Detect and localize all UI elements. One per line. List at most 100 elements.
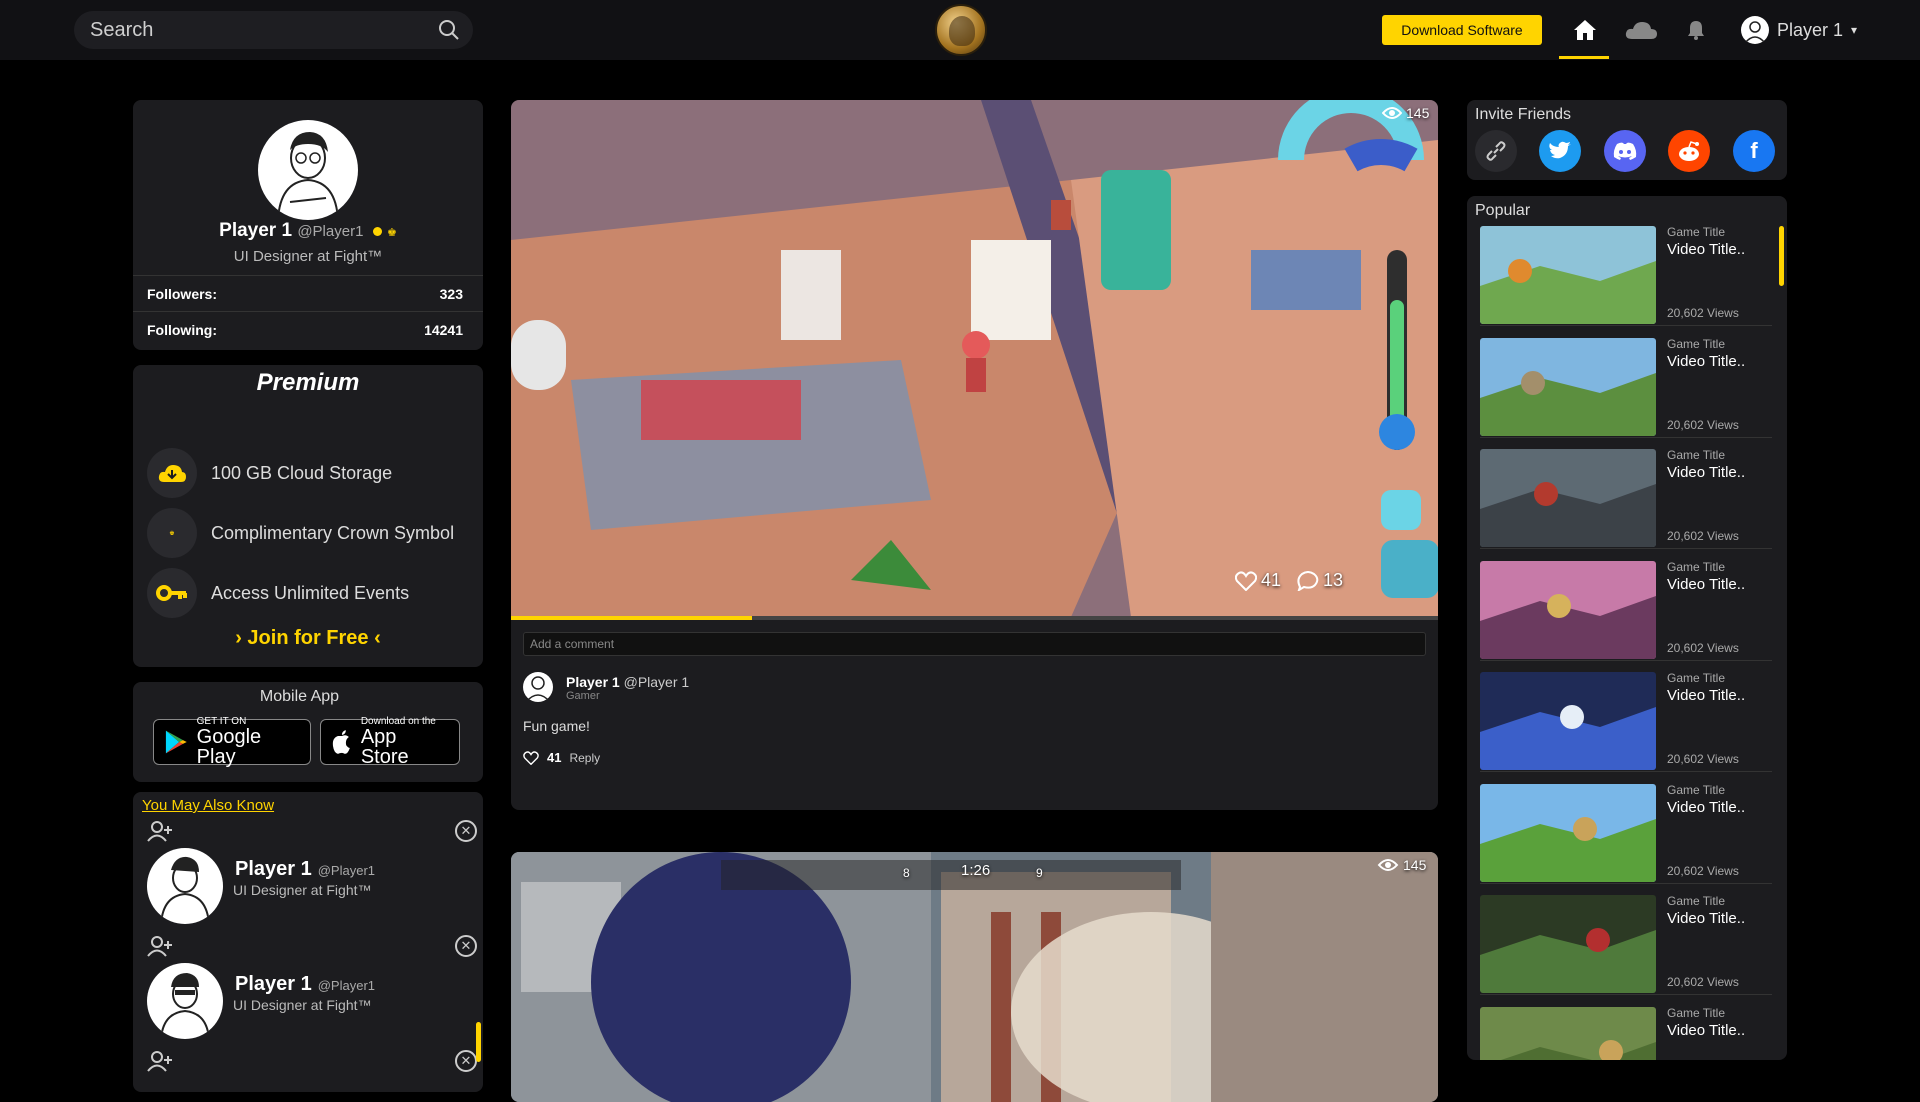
video-likes[interactable]: 41 (1235, 570, 1281, 591)
game-title: Game Title (1667, 894, 1726, 908)
suggested-person-name[interactable]: Player 1 @Player1 (235, 858, 375, 881)
video-thumbnail[interactable] (1480, 449, 1656, 547)
search-box[interactable] (74, 11, 473, 49)
key-icon (147, 568, 197, 618)
chevron-left-icon: ‹ (374, 627, 381, 649)
avatar (1741, 16, 1769, 44)
discord-icon[interactable] (1604, 130, 1646, 172)
views-value: 145 (1406, 105, 1430, 121)
following-row[interactable]: Following: 14241 (133, 311, 483, 347)
video-thumbnail[interactable] (1480, 226, 1656, 324)
video-views: 20,602 Views (1667, 975, 1739, 989)
dismiss-suggestion-button[interactable]: ✕ (455, 935, 477, 957)
you-may-also-know-title[interactable]: You May Also Know (142, 797, 274, 814)
profile-name: Player 1 (219, 220, 293, 241)
video-title[interactable]: Video Title.. (1667, 241, 1745, 258)
video-views: 20,602 Views (1667, 640, 1739, 655)
google-play-icon (165, 730, 187, 754)
app-store-button[interactable]: Download on the App Store (320, 717, 460, 768)
popular-video-item[interactable]: Game Title Video Title.. 20,602 Views (1480, 222, 1772, 326)
popular-video-item[interactable]: Game Title Video Title.. 20,602 Views (1480, 334, 1772, 438)
suggested-person-name[interactable]: Player 1 @Player1 (235, 973, 375, 996)
video-title[interactable]: Video Title.. (1667, 353, 1745, 370)
reddit-icon[interactable] (1668, 130, 1710, 172)
video-thumbnail[interactable] (1480, 672, 1656, 770)
video-thumbnail[interactable] (1480, 560, 1656, 659)
game-title: Game Title (1667, 782, 1726, 797)
search-icon[interactable] (437, 18, 461, 42)
popular-video-item[interactable]: Game Title Video Title.. 20,602 Views (1480, 780, 1772, 884)
dismiss-suggestion-button[interactable]: ✕ (455, 820, 477, 842)
download-software-button[interactable]: Download Software (1382, 15, 1542, 45)
video-title[interactable]: Video Title.. (1667, 687, 1745, 704)
profile-menu[interactable]: Player 1 ▾ (1741, 16, 1857, 44)
video-views: 20,602 Views (1667, 417, 1739, 432)
invite-friends-title: Invite Friends (1475, 106, 1572, 123)
perk-label: Access Unlimited Events (211, 582, 410, 603)
perk-label: Complimentary Crown Symbol (211, 522, 455, 543)
followers-row[interactable]: Followers: 323 (133, 275, 483, 311)
suggestions-scrollbar[interactable] (476, 1022, 481, 1062)
video-title[interactable]: Video Title.. (1667, 799, 1745, 816)
game-title: Game Title (1667, 225, 1726, 239)
dismiss-suggestion-button[interactable]: ✕ (455, 1050, 477, 1072)
suggested-person-avatar[interactable] (147, 848, 223, 924)
google-play-button[interactable]: GET IT ON Google Play (153, 717, 311, 767)
suggested-person-3: ✕ (147, 1050, 477, 1080)
comment-actions: 41 Reply (523, 750, 600, 765)
popular-video-item[interactable]: Game Title Video Title.. (1480, 1003, 1772, 1060)
followers-count: 323 (439, 285, 463, 302)
popular-video-item[interactable]: Game Title Video Title.. 20,602 Views (1480, 668, 1772, 772)
match-timer: 1:26 (961, 862, 991, 879)
you-may-also-know-card: You May Also Know ✕ Player 1 @Player1 UI … (133, 792, 483, 1092)
join-for-free-link[interactable]: › Join for Free ‹ (133, 627, 483, 650)
cloud-download-icon (147, 448, 197, 498)
commenter-name-line[interactable]: Player 1 @Player 1 (566, 674, 689, 690)
video-title[interactable]: Video Title.. (1667, 1022, 1745, 1039)
suggested-person-avatar[interactable] (147, 963, 223, 1039)
add-user-icon[interactable] (147, 820, 173, 842)
commenter-role: Gamer (566, 690, 600, 702)
popular-video-item[interactable]: Game Title Video Title.. 20,602 Views (1480, 445, 1772, 549)
video-progress-bar[interactable] (511, 616, 1438, 620)
app-store-big-text: App Store (360, 726, 409, 768)
heart-icon[interactable] (523, 750, 539, 765)
premium-card: Premium 100 GB Cloud Storage ♚ Complimen… (133, 365, 483, 667)
link-icon[interactable] (1475, 130, 1517, 172)
following-label: Following: (147, 321, 217, 338)
home-icon[interactable] (1570, 16, 1600, 44)
join-label: Join for Free (247, 627, 369, 649)
chevron-right-icon: › (235, 627, 242, 649)
popular-video-item[interactable]: Game Title Video Title.. 20,602 Views (1480, 891, 1772, 995)
search-input[interactable] (90, 18, 437, 42)
profile-avatar (258, 120, 358, 220)
add-comment-input[interactable] (523, 632, 1426, 656)
comment-icon (1297, 570, 1319, 591)
site-logo[interactable] (935, 4, 987, 56)
commenter-avatar[interactable] (523, 672, 553, 702)
video-title[interactable]: Video Title.. (1667, 576, 1745, 593)
video-views: 20,602 Views (1667, 863, 1739, 878)
person-name: Player 1 (235, 973, 312, 995)
game-video-player[interactable]: 145 41 13 (511, 100, 1438, 617)
popular-scrollbar[interactable] (1779, 226, 1784, 286)
add-user-icon[interactable] (147, 1050, 173, 1072)
video-thumbnail[interactable] (1480, 895, 1656, 993)
video-title[interactable]: Video Title.. (1667, 910, 1745, 927)
video-comments[interactable]: 13 (1297, 570, 1343, 591)
twitter-icon[interactable] (1539, 130, 1581, 172)
video-thumbnail[interactable] (1480, 1006, 1656, 1060)
bell-icon[interactable] (1681, 16, 1711, 44)
add-user-icon[interactable] (147, 935, 173, 957)
video-title[interactable]: Video Title.. (1667, 464, 1745, 481)
game-video-player-2[interactable]: 1:26 8 9 145 (511, 852, 1438, 1102)
home-active-indicator (1559, 56, 1609, 59)
video-thumbnail[interactable] (1480, 337, 1656, 436)
reply-link[interactable]: Reply (569, 751, 600, 765)
facebook-icon[interactable]: f (1733, 130, 1775, 172)
perk-cloud-storage: 100 GB Cloud Storage (147, 447, 477, 499)
cloud-icon[interactable] (1624, 16, 1658, 44)
video-thumbnail[interactable] (1480, 783, 1656, 882)
popular-video-item[interactable]: Game Title Video Title.. 20,602 Views (1480, 557, 1772, 661)
following-count: 14241 (424, 321, 463, 338)
